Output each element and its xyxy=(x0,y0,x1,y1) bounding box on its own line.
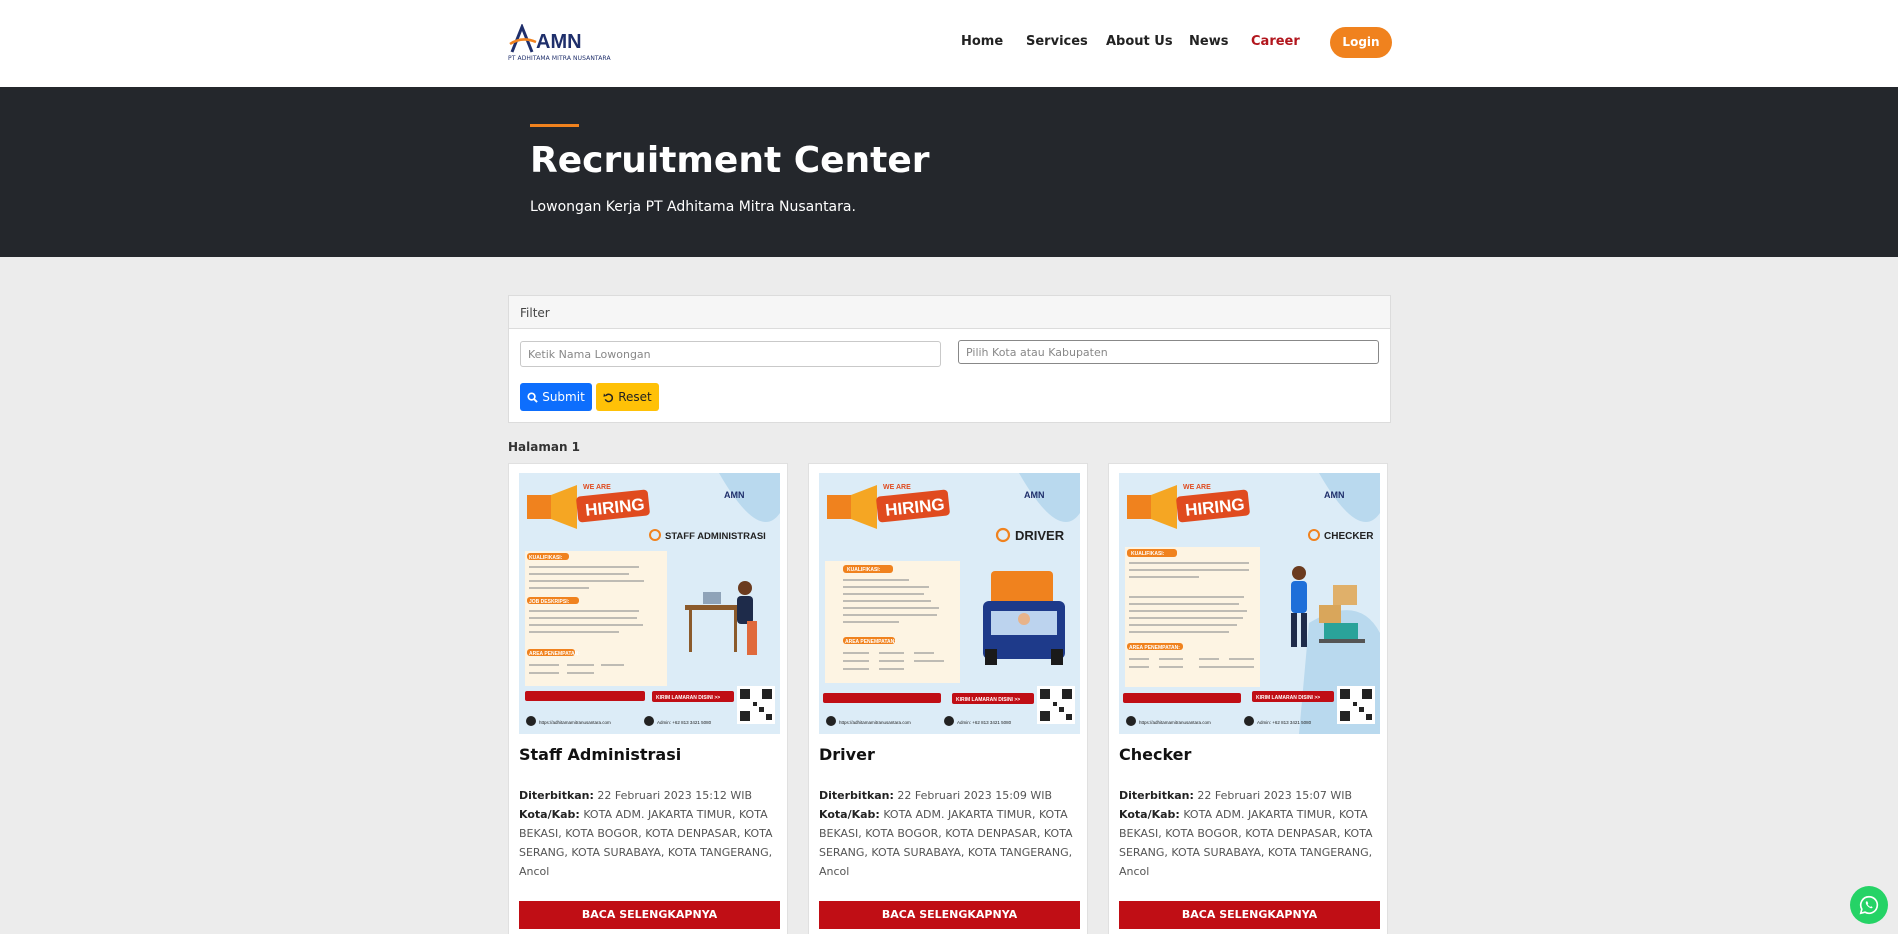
svg-text:STAFF ADMINISTRASI: STAFF ADMINISTRASI xyxy=(665,531,766,542)
published-label: Diterbitkan: xyxy=(819,789,894,802)
published-label: Diterbitkan: xyxy=(519,789,594,802)
job-meta: Diterbitkan: 22 Februari 2023 15:09 WIB … xyxy=(819,786,1081,881)
filter-panel: Filter Submit Reset xyxy=(508,295,1391,423)
page-subtitle: Lowongan Kerja PT Adhitama Mitra Nusanta… xyxy=(530,199,856,215)
nav-services[interactable]: Services xyxy=(1026,34,1088,49)
logo-mark-icon: AMN xyxy=(509,22,582,53)
city-label: Kota/Kab: xyxy=(819,808,880,821)
read-more-button[interactable]: BACA SELENGKAPNYA xyxy=(1119,901,1380,929)
job-poster[interactable]: WE ARE HIRING AMN DRIVER KUALIFIKASI: AR… xyxy=(819,473,1080,734)
city-label: Kota/Kab: xyxy=(519,808,580,821)
published-date: 22 Februari 2023 15:12 WIB xyxy=(597,789,753,802)
svg-text:AMN: AMN xyxy=(1324,490,1345,500)
svg-text:CHECKER: CHECKER xyxy=(1324,531,1374,542)
poster-illustration: WE ARE HIRING AMN DRIVER KUALIFIKASI: AR… xyxy=(819,473,1080,734)
svg-text:WE ARE: WE ARE xyxy=(1183,484,1211,491)
svg-text:KIRIM LAMARAN DISINI >>: KIRIM LAMARAN DISINI >> xyxy=(1256,695,1320,701)
svg-text:Admin: +62 813 3421 5080: Admin: +62 813 3421 5080 xyxy=(957,720,1012,725)
job-poster[interactable]: WE ARE HIRING AMN CHECKER KUALIFIKASI: A… xyxy=(1119,473,1380,734)
hero-accent-bar xyxy=(530,124,579,127)
submit-button[interactable]: Submit xyxy=(520,383,592,411)
svg-text:https://adhitamamitranusantara: https://adhitamamitranusantara.com xyxy=(539,720,611,725)
whatsapp-button[interactable] xyxy=(1850,886,1888,924)
whatsapp-icon xyxy=(1859,895,1879,915)
svg-text:KUALIFIKASI:: KUALIFIKASI: xyxy=(529,555,563,561)
job-card: WE ARE HIRING AMN DRIVER KUALIFIKASI: AR… xyxy=(808,463,1088,934)
job-card: WE ARE HIRING AMN STAFF ADMINISTRASI KUA… xyxy=(508,463,788,934)
svg-text:AMN: AMN xyxy=(724,490,745,500)
reset-button[interactable]: Reset xyxy=(596,383,659,411)
svg-text:Admin: +62 813 3421 5080: Admin: +62 813 3421 5080 xyxy=(1257,720,1312,725)
job-meta: Diterbitkan: 22 Februari 2023 15:12 WIB … xyxy=(519,786,781,881)
svg-text:https://adhitamamitranusantara: https://adhitamamitranusantara.com xyxy=(839,720,911,725)
poster-illustration: WE ARE HIRING AMN STAFF ADMINISTRASI KUA… xyxy=(519,473,780,734)
job-title[interactable]: Checker xyxy=(1119,745,1191,764)
published-label: Diterbitkan: xyxy=(1119,789,1194,802)
nav-about-us[interactable]: About Us xyxy=(1106,34,1173,49)
job-title[interactable]: Driver xyxy=(819,745,875,764)
undo-icon xyxy=(603,392,614,402)
svg-text:WE ARE: WE ARE xyxy=(883,484,911,491)
site-header: AMN PT ADHITAMA MITRA NUSANTARA Home Ser… xyxy=(0,0,1898,87)
svg-text:WE ARE: WE ARE xyxy=(583,484,611,491)
company-logo[interactable]: AMN PT ADHITAMA MITRA NUSANTARA xyxy=(508,22,611,64)
nav-home[interactable]: Home xyxy=(961,34,1003,49)
submit-label: Submit xyxy=(542,390,585,404)
page-title: Recruitment Center xyxy=(530,140,930,181)
logo-subtitle: PT ADHITAMA MITRA NUSANTARA xyxy=(508,55,611,62)
svg-text:https://adhitamamitranusantara: https://adhitamamitranusantara.com xyxy=(1139,720,1211,725)
svg-text:KIRIM LAMARAN DISINI >>: KIRIM LAMARAN DISINI >> xyxy=(656,695,720,701)
login-button[interactable]: Login xyxy=(1330,27,1392,58)
svg-text:JOB DESKRIPSI:: JOB DESKRIPSI: xyxy=(529,599,570,605)
read-more-button[interactable]: BACA SELENGKAPNYA xyxy=(519,901,780,929)
svg-text:KUALIFIKASI:: KUALIFIKASI: xyxy=(1131,551,1165,557)
job-meta: Diterbitkan: 22 Februari 2023 15:07 WIB … xyxy=(1119,786,1381,881)
job-name-input[interactable] xyxy=(520,341,941,367)
nav-news[interactable]: News xyxy=(1189,34,1228,49)
read-more-button[interactable]: BACA SELENGKAPNYA xyxy=(819,901,1080,929)
filter-heading: Filter xyxy=(509,296,1390,329)
nav-career[interactable]: Career xyxy=(1251,34,1300,49)
job-card: WE ARE HIRING AMN CHECKER KUALIFIKASI: A… xyxy=(1108,463,1388,934)
job-title[interactable]: Staff Administrasi xyxy=(519,745,681,764)
job-poster[interactable]: WE ARE HIRING AMN STAFF ADMINISTRASI KUA… xyxy=(519,473,780,734)
svg-text:AREA PENEMPATAN:: AREA PENEMPATAN: xyxy=(1129,645,1180,651)
reset-label: Reset xyxy=(618,390,652,404)
published-date: 22 Februari 2023 15:09 WIB xyxy=(897,789,1053,802)
svg-text:AMN: AMN xyxy=(536,31,582,53)
page-indicator: Halaman 1 xyxy=(508,440,581,454)
city-select[interactable] xyxy=(958,340,1379,364)
svg-text:Admin: +62 813 3421 5080: Admin: +62 813 3421 5080 xyxy=(657,720,712,725)
svg-text:KUALIFIKASI:: KUALIFIKASI: xyxy=(847,567,881,573)
svg-text:DRIVER: DRIVER xyxy=(1015,528,1065,543)
hero-banner xyxy=(0,87,1898,257)
svg-text:AREA PENEMPATAN:: AREA PENEMPATAN: xyxy=(529,651,580,657)
search-icon xyxy=(527,391,538,403)
city-label: Kota/Kab: xyxy=(1119,808,1180,821)
svg-text:KIRIM LAMARAN DISINI >>: KIRIM LAMARAN DISINI >> xyxy=(956,697,1020,703)
poster-illustration: WE ARE HIRING AMN CHECKER KUALIFIKASI: A… xyxy=(1119,473,1380,734)
published-date: 22 Februari 2023 15:07 WIB xyxy=(1197,789,1353,802)
svg-text:AMN: AMN xyxy=(1024,490,1045,500)
svg-text:AREA PENEMPATAN:: AREA PENEMPATAN: xyxy=(845,639,896,645)
